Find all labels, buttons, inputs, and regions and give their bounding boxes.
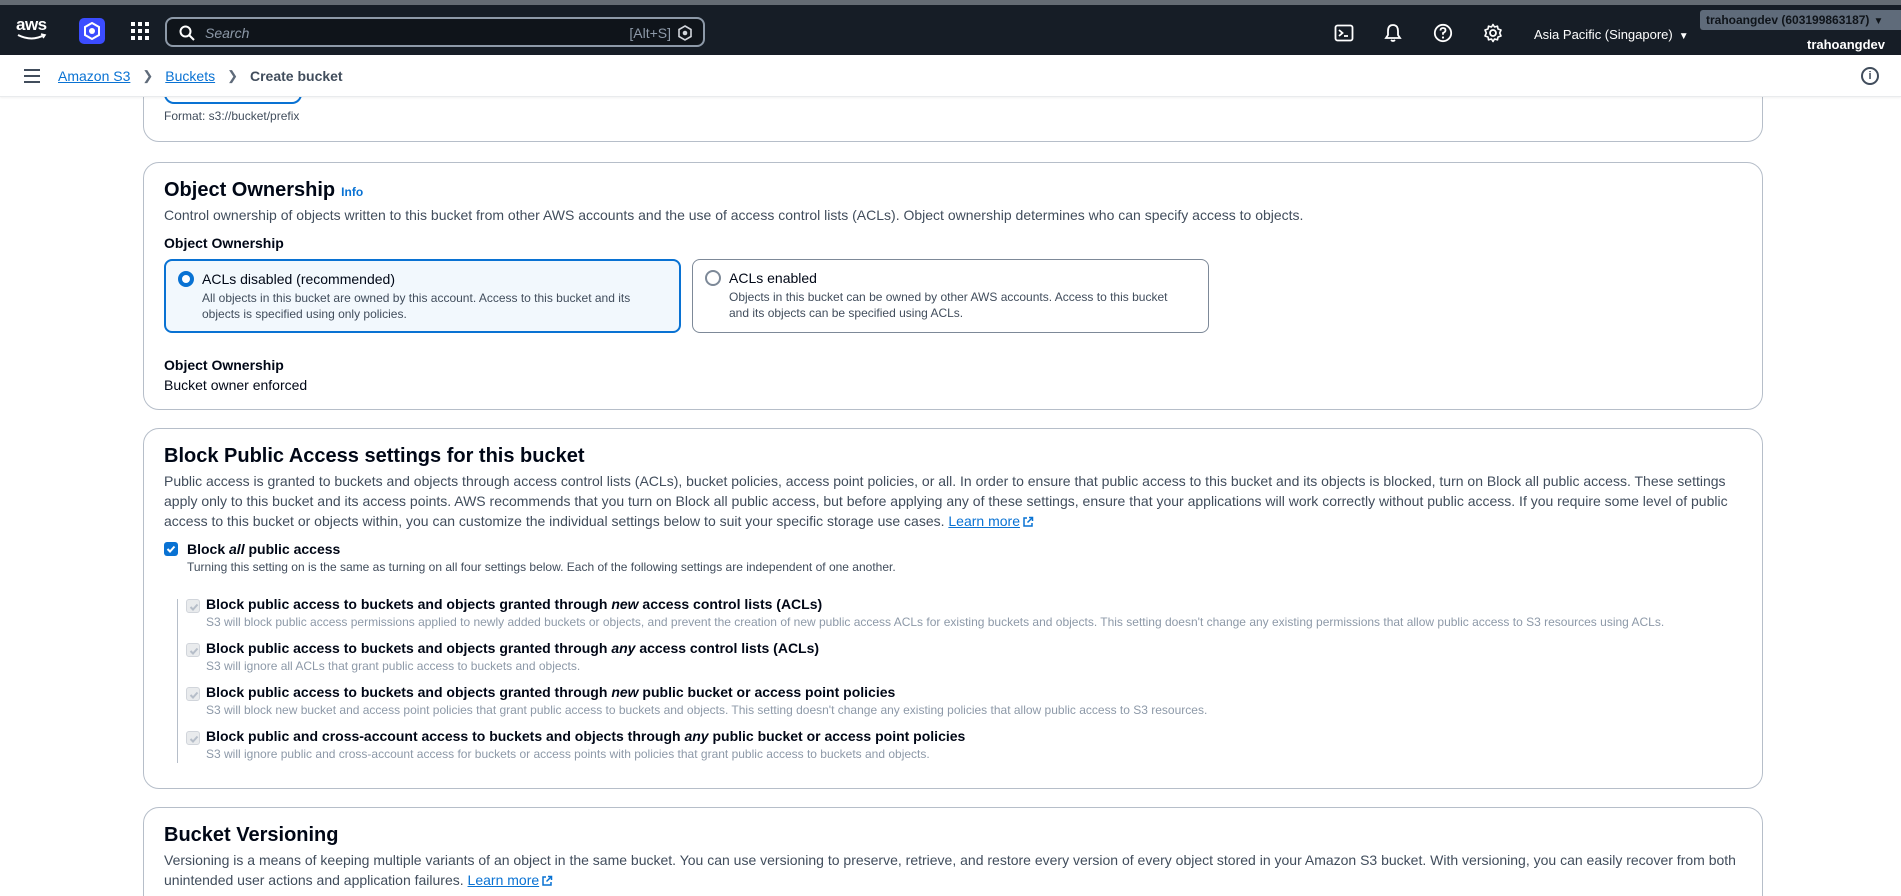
breadcrumb: Amazon S3 ❯ Buckets ❯ Create bucket — [58, 68, 343, 84]
aws-smile-icon — [17, 33, 47, 40]
chevron-right-icon: ❯ — [227, 68, 238, 83]
checkbox-disabled-icon — [186, 643, 200, 657]
main-content[interactable]: Format: s3://bucket/prefix Object Owners… — [0, 97, 1901, 896]
setting-description: S3 will block public access permissions … — [206, 615, 1665, 629]
section-title: Block Public Access settings for this bu… — [164, 445, 585, 467]
block-all-description: Turning this setting on is the same as t… — [187, 560, 896, 574]
setting-description: S3 will block new bucket and access poin… — [206, 703, 1208, 717]
extension-icon[interactable] — [79, 18, 105, 44]
top-navigation: aws Search [Alt+S] Asia Pacific (Singapo… — [0, 0, 1901, 55]
checkbox-disabled-icon — [186, 731, 200, 745]
option-description: All objects in this bucket are owned by … — [202, 291, 631, 321]
checkbox-disabled-icon — [186, 599, 200, 613]
radio-unselected-icon[interactable] — [705, 270, 721, 286]
chevron-right-icon: ❯ — [142, 68, 154, 83]
learn-more-link[interactable]: Learn more — [948, 513, 1020, 529]
setting-title: Block public and cross-account access to… — [206, 728, 966, 744]
setting-title: Block public access to buckets and objec… — [206, 596, 823, 612]
search-icon — [179, 25, 195, 41]
caret-down-icon: ▼ — [1678, 31, 1689, 42]
hexagon-icon — [678, 25, 692, 41]
region-selector[interactable]: Asia Pacific (Singapore) ▼ — [1534, 27, 1689, 42]
setting-title: Block public access to buckets and objec… — [206, 684, 896, 700]
info-link[interactable]: Info — [341, 185, 363, 199]
browse-s3-button[interactable] — [164, 97, 302, 104]
info-panel-icon[interactable]: i — [1861, 67, 1879, 85]
setting-title: Block public access to buckets and objec… — [206, 640, 820, 656]
account-menu[interactable]: trahoangdev (603199863187) ▼ — [1700, 10, 1901, 30]
external-link-icon — [1023, 516, 1034, 527]
aws-logo[interactable]: aws — [16, 16, 50, 46]
cloudshell-icon[interactable] — [1334, 23, 1354, 43]
username-label: trahoangdev — [1806, 37, 1885, 52]
section-description: Control ownership of objects written to … — [164, 207, 1304, 223]
setting-description: S3 will ignore public and cross-account … — [206, 747, 930, 761]
breadcrumb-buckets[interactable]: Buckets — [165, 68, 215, 84]
services-grid-icon[interactable] — [131, 22, 149, 40]
object-ownership-header: Object Ownership Info — [164, 179, 363, 202]
section-description: Public access is granted to buckets and … — [164, 473, 1728, 529]
acls-disabled-option[interactable]: ACLs disabled (recommended) All objects … — [164, 259, 681, 333]
search-shortcut: [Alt+S] — [629, 25, 671, 41]
breadcrumb-current: Create bucket — [250, 68, 343, 84]
result-value: Bucket owner enforced — [164, 377, 308, 393]
menu-icon[interactable] — [24, 69, 40, 83]
block-public-access-panel: Block Public Access settings for this bu… — [143, 428, 1763, 789]
field-label: Object Ownership — [164, 235, 284, 251]
setting-description: S3 will ignore all ACLs that grant publi… — [206, 659, 581, 673]
search-input[interactable]: Search — [205, 25, 249, 41]
radio-selected-icon[interactable] — [178, 271, 194, 287]
checkbox-disabled-icon — [186, 687, 200, 701]
bell-icon[interactable] — [1383, 23, 1403, 43]
option-title: ACLs enabled — [729, 270, 817, 286]
section-description: Versioning is a means of keeping multipl… — [164, 852, 1736, 888]
section-title: Object Ownership — [164, 179, 336, 201]
object-ownership-panel: Object Ownership Info Control ownership o… — [143, 162, 1763, 410]
checkbox-checked-icon[interactable] — [164, 542, 178, 556]
result-label: Object Ownership — [164, 357, 284, 373]
tree-line — [177, 599, 178, 763]
help-icon[interactable] — [1433, 23, 1453, 43]
breadcrumb-bar: Amazon S3 ❯ Buckets ❯ Create bucket i — [0, 55, 1901, 97]
option-title: ACLs disabled (recommended) — [202, 271, 395, 287]
caret-down-icon: ▼ — [1873, 16, 1884, 27]
gear-icon[interactable] — [1483, 23, 1503, 43]
breadcrumb-amazon-s3[interactable]: Amazon S3 — [58, 68, 130, 84]
option-description: Objects in this bucket can be owned by o… — [729, 290, 1168, 320]
external-link-icon — [542, 875, 553, 886]
previous-section-panel: Format: s3://bucket/prefix — [143, 97, 1763, 142]
format-hint: Format: s3://bucket/prefix — [164, 109, 300, 123]
block-all-label: Block all public access — [187, 541, 341, 557]
section-title: Bucket Versioning — [164, 824, 339, 846]
bucket-versioning-panel: Bucket Versioning Versioning is a means … — [143, 807, 1763, 896]
learn-more-link[interactable]: Learn more — [468, 872, 540, 888]
search-bar[interactable]: Search [Alt+S] — [165, 17, 705, 47]
acls-enabled-option[interactable]: ACLs enabled Objects in this bucket can … — [692, 259, 1209, 333]
